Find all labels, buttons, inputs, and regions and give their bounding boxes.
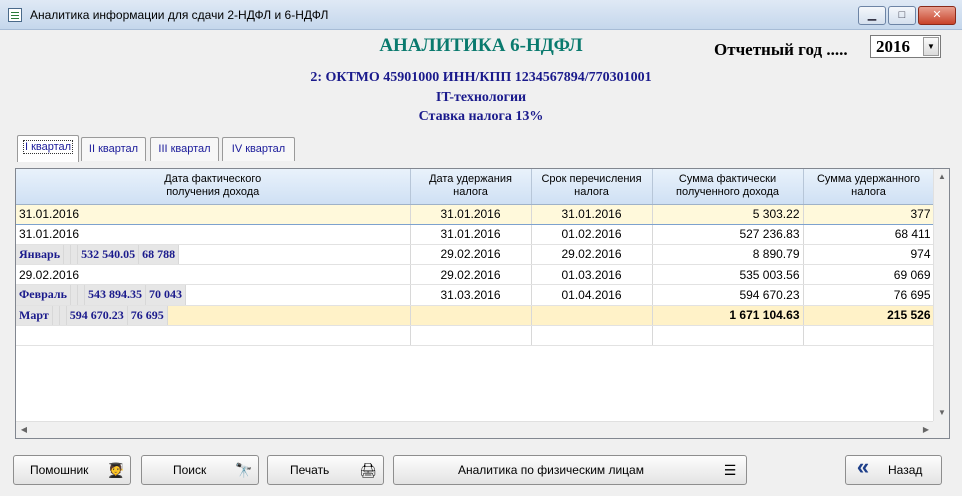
table-cell: 76 695 bbox=[127, 305, 168, 326]
table-cell: 377 bbox=[803, 203, 935, 225]
helper-button[interactable]: Помошник 🧑‍🎓 bbox=[13, 455, 131, 485]
table-cell: 70 043 bbox=[145, 285, 186, 306]
table-row[interactable]: 29.02.2016 29.02.2016 01.03.2016 535 003.56… bbox=[16, 264, 935, 285]
header-row: Дата фактического получения дохода Дата … bbox=[16, 169, 935, 205]
close-button[interactable]: ✕ bbox=[918, 6, 956, 25]
scroll-right-icon[interactable]: ▶ bbox=[918, 422, 934, 438]
table-cell: Февраль bbox=[16, 285, 71, 306]
table-cell bbox=[52, 305, 60, 326]
table-cell: Март bbox=[16, 305, 53, 326]
table-cell: 31.01.2016 bbox=[16, 203, 411, 225]
list-icon: ☰ bbox=[723, 462, 737, 478]
subtotal-row[interactable]: Март 594 670.23 76 695 bbox=[16, 305, 949, 326]
back-button[interactable]: « Назад bbox=[845, 455, 942, 485]
table-cell: 29.02.2016 bbox=[16, 264, 411, 285]
window-title: Аналитика информации для сдачи 2-НДФЛ и … bbox=[30, 8, 329, 22]
horizontal-scrollbar[interactable]: ◀ ▶ bbox=[16, 421, 934, 438]
table-cell bbox=[77, 285, 85, 306]
table-cell: 594 670.23 bbox=[66, 305, 128, 326]
table-row[interactable]: 31.01.2016 31.01.2016 31.01.2016 5 303.22 37… bbox=[16, 203, 935, 225]
table-cell: 01.03.2016 bbox=[531, 264, 653, 285]
table-cell: 31.01.2016 bbox=[410, 203, 532, 225]
tab-q2[interactable]: II квартал bbox=[81, 137, 146, 161]
analytics-by-person-button[interactable]: Аналитика по физическим лицам ☰ bbox=[393, 455, 747, 485]
table-cell: 532 540.05 bbox=[77, 244, 140, 265]
data-grid[interactable]: Дата фактического получения дохода Дата … bbox=[15, 168, 950, 439]
table-row[interactable] bbox=[16, 325, 935, 346]
maximize-button[interactable]: □ bbox=[888, 6, 916, 25]
search-button[interactable]: Поиск 🔭 bbox=[141, 455, 259, 485]
table-cell: 68 788 bbox=[138, 244, 180, 265]
minimize-button[interactable]: ▁ bbox=[858, 6, 886, 25]
table-cell: 5 303.22 bbox=[652, 203, 804, 225]
ndfl-table: Дата фактического получения дохода Дата … bbox=[16, 169, 935, 346]
col-header-tax-sum[interactable]: Сумма удержанного налога bbox=[803, 169, 935, 205]
student-icon: 🧑‍🎓 bbox=[107, 462, 125, 478]
table-cell: 01.02.2016 bbox=[531, 224, 653, 245]
print-button[interactable]: Печать 🖨 bbox=[267, 455, 384, 485]
table-cell bbox=[59, 305, 67, 326]
app-icon bbox=[8, 8, 22, 22]
company-name: IT-технологии bbox=[435, 90, 527, 105]
scroll-corner bbox=[933, 421, 949, 438]
back-arrow-icon: « bbox=[856, 454, 870, 479]
col-header-transfer-date[interactable]: Срок перечисления налога bbox=[531, 169, 653, 205]
scroll-down-icon[interactable]: ▼ bbox=[934, 405, 949, 421]
tab-q3[interactable]: III квартал bbox=[150, 137, 219, 161]
table-cell: 535 003.56 bbox=[652, 264, 804, 285]
table-cell: 527 236.83 bbox=[652, 224, 804, 245]
table-cell bbox=[70, 285, 78, 306]
table-cell: Январь bbox=[16, 244, 65, 265]
table-cell: 29.02.2016 bbox=[410, 264, 532, 285]
table-cell: 31.01.2016 bbox=[410, 224, 532, 245]
table-cell bbox=[531, 325, 653, 346]
tax-rate: Ставка налога 13% bbox=[418, 109, 544, 124]
vertical-scrollbar[interactable]: ▲ ▼ bbox=[933, 169, 949, 421]
tab-q1[interactable]: I квартал bbox=[17, 135, 79, 162]
dropdown-arrow-icon[interactable]: ▼ bbox=[923, 37, 939, 56]
table-cell: 543 894.35 bbox=[84, 285, 146, 306]
printer-icon: 🖨 bbox=[359, 462, 377, 478]
col-header-withhold-date[interactable]: Дата удержания налога bbox=[410, 169, 532, 205]
col-header-income-date[interactable]: Дата фактического получения дохода bbox=[16, 169, 411, 205]
binoculars-icon: 🔭 bbox=[235, 462, 253, 478]
table-cell: 68 411 bbox=[803, 224, 935, 245]
table-cell: 31.01.2016 bbox=[16, 224, 411, 245]
table-row[interactable]: 31.01.2016 31.01.2016 01.02.2016 527 236.83… bbox=[16, 224, 935, 245]
tab-q4[interactable]: IV квартал bbox=[222, 137, 295, 161]
year-select[interactable]: 2016 ▼ bbox=[870, 35, 941, 58]
year-label: Отчетный год ..... bbox=[714, 40, 848, 59]
table-cell: 31.01.2016 bbox=[531, 203, 653, 225]
table-cell bbox=[652, 325, 804, 346]
year-value: 2016 bbox=[876, 37, 910, 56]
subtotal-row[interactable]: Февраль 543 894.35 70 043 bbox=[16, 285, 949, 306]
table-cell bbox=[63, 244, 72, 265]
subtotal-row[interactable]: Январь 532 540.05 68 788 bbox=[16, 244, 949, 265]
scroll-left-icon[interactable]: ◀ bbox=[16, 422, 32, 438]
scroll-up-icon[interactable]: ▲ bbox=[934, 169, 949, 185]
table-body: 31.01.2016 31.01.2016 31.01.2016 5 303.22 37… bbox=[16, 203, 935, 346]
org-line: 2: ОКТМО 45901000 ИНН/КПП 1234567894/770… bbox=[310, 70, 652, 85]
table-cell: 69 069 bbox=[803, 264, 935, 285]
col-header-income-sum[interactable]: Сумма фактически полученного дохода bbox=[652, 169, 804, 205]
title-bar: Аналитика информации для сдачи 2-НДФЛ и … bbox=[0, 0, 962, 30]
table-cell bbox=[16, 325, 411, 346]
table-cell bbox=[70, 244, 79, 265]
table-cell bbox=[803, 325, 935, 346]
table-cell bbox=[410, 325, 532, 346]
